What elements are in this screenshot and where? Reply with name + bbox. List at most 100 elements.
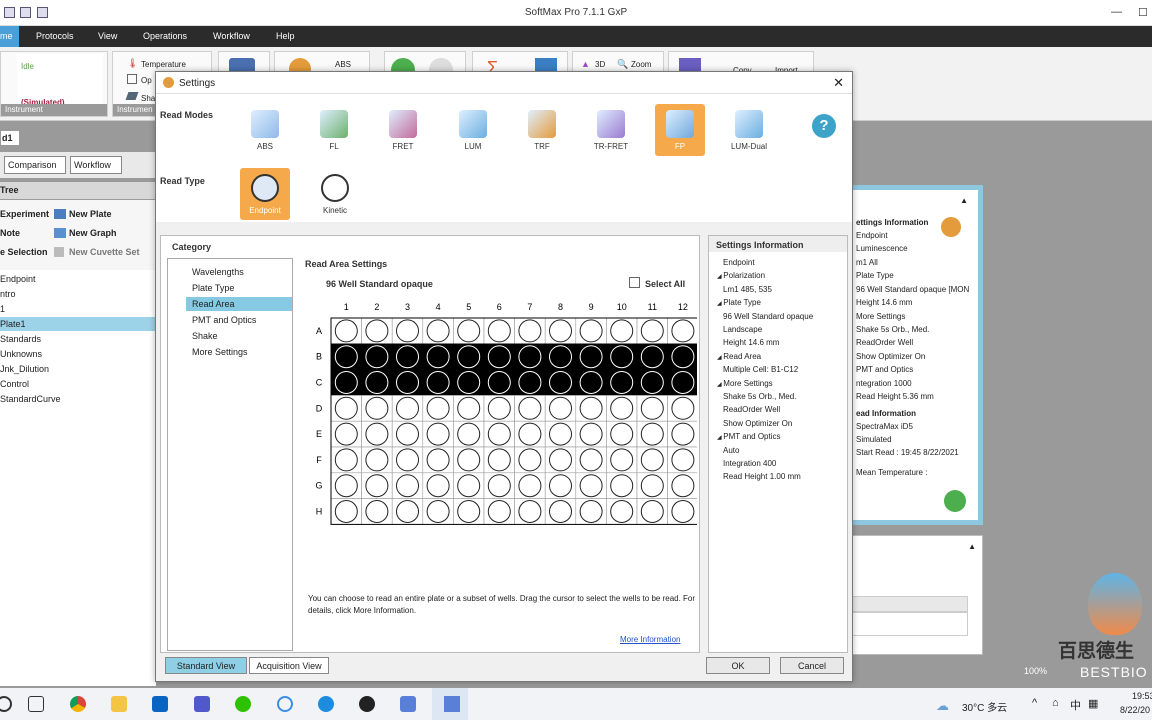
softmax-icon[interactable] <box>400 696 416 712</box>
tree-item[interactable]: Jnk_Dilution <box>0 362 156 376</box>
well-C12[interactable] <box>671 371 695 394</box>
well-D12[interactable] <box>671 396 695 420</box>
category-more-settings[interactable]: More Settings <box>186 345 292 359</box>
well-F4[interactable] <box>426 448 450 472</box>
well-C8[interactable] <box>549 371 572 394</box>
well-E8[interactable] <box>549 422 572 446</box>
weather-text[interactable]: 30°C 多云 <box>962 699 1007 714</box>
well-D8[interactable] <box>549 396 572 420</box>
well-A3[interactable] <box>396 319 419 343</box>
acquisition-view-button[interactable]: Acquisition View <box>249 657 329 674</box>
well-H4[interactable] <box>426 500 450 523</box>
ime-indicator[interactable]: 中 <box>1070 697 1081 713</box>
well-plate[interactable]: 1 2 3 4 5 6 7 8 9 10 11 12ABCDEFGH <box>307 298 697 528</box>
well-A10[interactable] <box>610 319 634 343</box>
read-mode-fp[interactable]: FP <box>655 104 705 156</box>
wechat-icon[interactable] <box>235 696 251 712</box>
tree-item[interactable]: Unknowns <box>0 347 156 361</box>
well-H5[interactable] <box>457 500 481 523</box>
tab-workflow[interactable]: Workflow <box>70 156 122 174</box>
help-icon[interactable]: ? <box>812 114 836 138</box>
menu-home[interactable]: me <box>0 26 19 47</box>
task-view-icon[interactable] <box>28 696 44 712</box>
file-explorer-icon[interactable] <box>111 696 127 712</box>
well-C4[interactable] <box>426 371 450 394</box>
well-H3[interactable] <box>396 500 419 523</box>
read-mode-fret[interactable]: FRET <box>378 104 428 156</box>
well-A4[interactable] <box>426 319 450 343</box>
well-C6[interactable] <box>487 371 511 394</box>
category-pmt-and-optics[interactable]: PMT and Optics <box>186 313 292 327</box>
well-F8[interactable] <box>549 448 572 472</box>
well-H7[interactable] <box>518 500 542 523</box>
well-E6[interactable] <box>487 422 511 446</box>
well-E11[interactable] <box>640 422 664 446</box>
well-A8[interactable] <box>549 319 572 343</box>
menu-protocols[interactable]: Protocols <box>36 31 74 41</box>
well-D10[interactable] <box>610 396 634 420</box>
well-H11[interactable] <box>640 500 664 523</box>
select-all-label[interactable]: Select All <box>645 279 685 289</box>
read-mode-lum[interactable]: LUM <box>448 104 498 156</box>
well-F12[interactable] <box>671 448 695 472</box>
open-button[interactable]: Op <box>141 76 152 85</box>
well-G2[interactable] <box>365 474 389 498</box>
new-plate-button[interactable]: New Plate <box>69 209 112 219</box>
category-shake[interactable]: Shake <box>186 329 292 343</box>
well-B12[interactable] <box>671 345 695 369</box>
read-mode-tr-fret[interactable]: TR-FRET <box>586 104 636 156</box>
category-read-area[interactable]: Read Area <box>186 297 292 311</box>
well-E12[interactable] <box>671 422 695 446</box>
well-B10[interactable] <box>610 345 634 369</box>
well-G4[interactable] <box>426 474 450 498</box>
read-play-icon[interactable] <box>944 490 966 512</box>
read-mode-trf[interactable]: TRF <box>517 104 567 156</box>
settings-gear-icon[interactable] <box>941 217 961 237</box>
well-D11[interactable] <box>640 396 664 420</box>
well-H10[interactable] <box>610 500 634 523</box>
well-B11[interactable] <box>640 345 664 369</box>
new-cuvette-set-button[interactable]: New Cuvette Set <box>69 247 140 257</box>
well-E4[interactable] <box>426 422 450 446</box>
read-mode-abs[interactable]: ABS <box>240 104 290 156</box>
teams-icon[interactable] <box>194 696 210 712</box>
selection-button[interactable]: e Selection <box>0 247 48 257</box>
well-B9[interactable] <box>579 345 603 369</box>
well-H9[interactable] <box>579 500 603 523</box>
well-D2[interactable] <box>365 396 389 420</box>
select-all-checkbox[interactable] <box>629 277 640 288</box>
well-D4[interactable] <box>426 396 450 420</box>
new-graph-button[interactable]: New Graph <box>69 228 117 238</box>
well-G12[interactable] <box>671 474 695 498</box>
browser-icon[interactable] <box>318 696 334 712</box>
qq-icon[interactable] <box>359 696 375 712</box>
well-G1[interactable] <box>334 474 358 498</box>
read-mode-fl[interactable]: FL <box>309 104 359 156</box>
tree-item[interactable]: StandardCurve <box>0 392 156 406</box>
well-B3[interactable] <box>396 345 419 369</box>
tree-item[interactable]: ntro <box>0 287 156 301</box>
3d-button[interactable]: 3D <box>595 60 605 69</box>
well-G10[interactable] <box>610 474 634 498</box>
well-E9[interactable] <box>579 422 603 446</box>
well-F6[interactable] <box>487 448 511 472</box>
tree-item[interactable]: 1 <box>0 302 156 316</box>
maximize-icon[interactable]: ☐ <box>1138 6 1148 19</box>
menu-operations[interactable]: Operations <box>143 31 187 41</box>
well-B1[interactable] <box>334 345 358 369</box>
well-C7[interactable] <box>518 371 542 394</box>
network-icon[interactable]: ⌂ <box>1052 697 1059 709</box>
read-type-kinetic[interactable]: Kinetic <box>310 168 360 220</box>
well-C5[interactable] <box>457 371 481 394</box>
well-A11[interactable] <box>640 319 664 343</box>
well-B4[interactable] <box>426 345 450 369</box>
menu-view[interactable]: View <box>98 31 117 41</box>
well-F5[interactable] <box>457 448 481 472</box>
well-A5[interactable] <box>457 319 481 343</box>
well-A1[interactable] <box>334 319 358 343</box>
note-button[interactable]: Note <box>0 228 20 238</box>
clock-time[interactable]: 19:53 <box>1132 691 1152 701</box>
well-D5[interactable] <box>457 396 481 420</box>
more-information-link[interactable]: More Information <box>620 635 680 644</box>
read-mode-lum-dual[interactable]: LUM-Dual <box>724 104 774 156</box>
